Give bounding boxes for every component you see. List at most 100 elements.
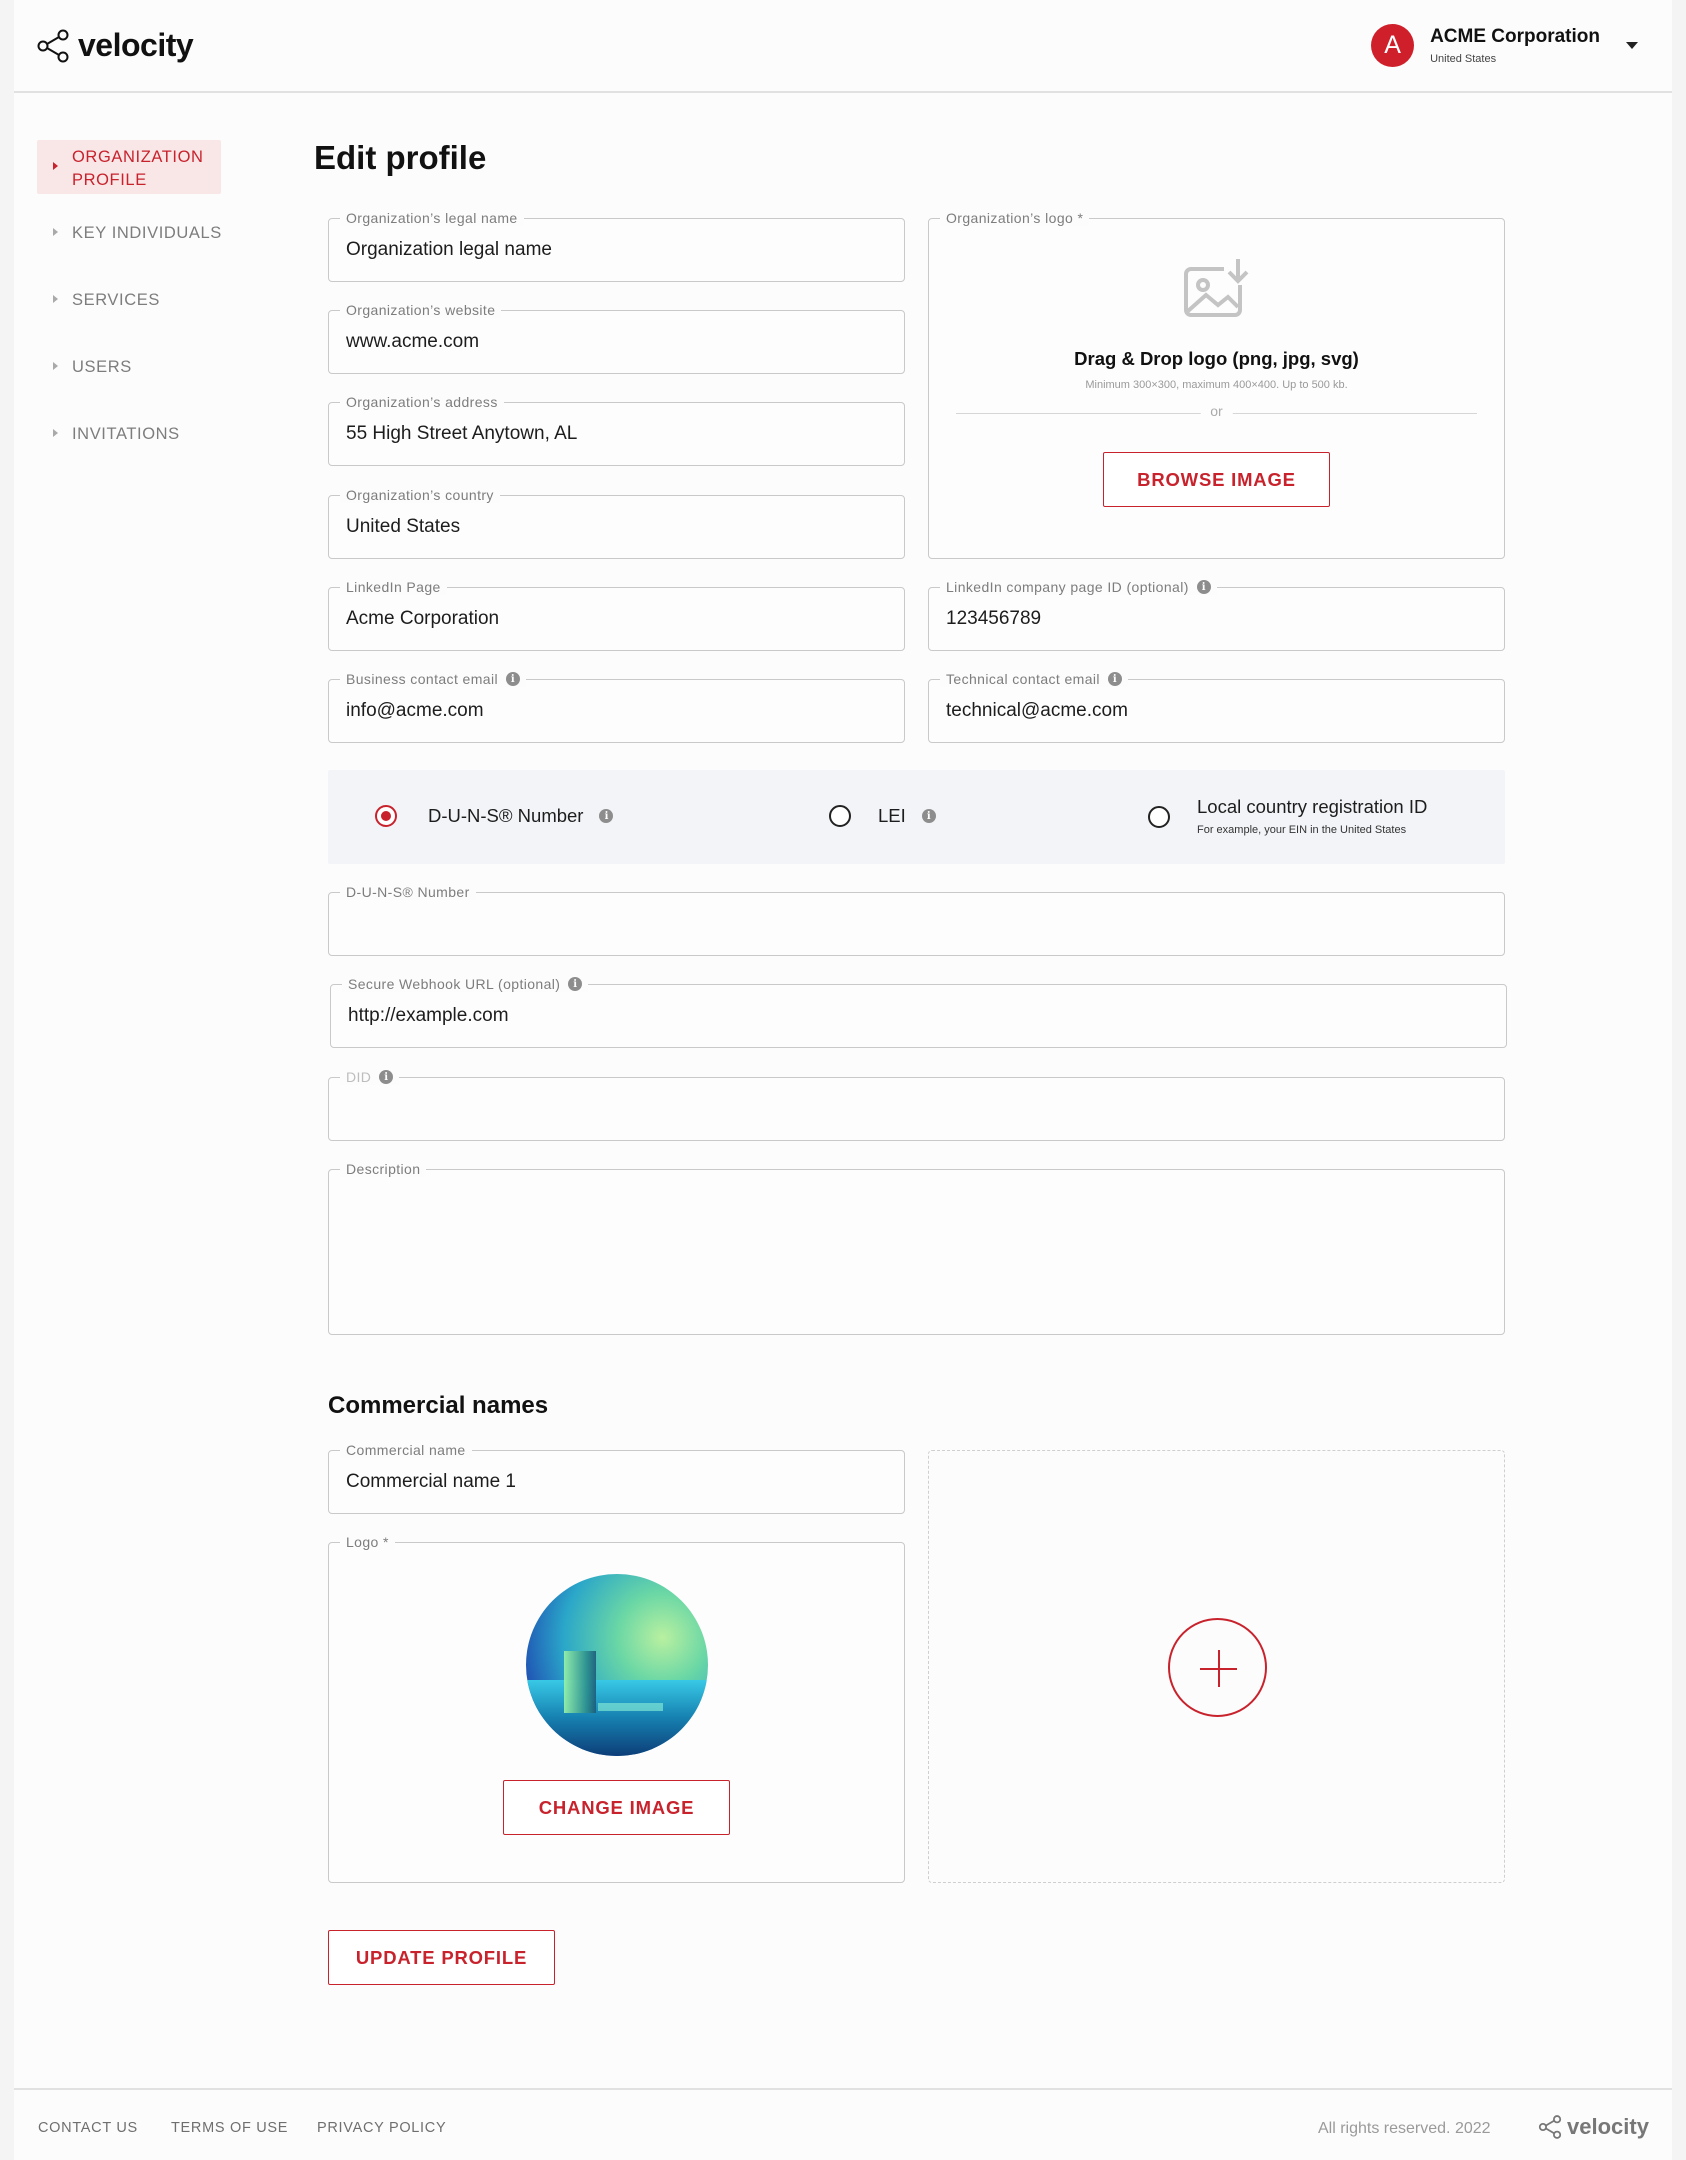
field-label: Description bbox=[340, 1161, 427, 1177]
field-value: 55 High Street Anytown, AL bbox=[346, 423, 578, 444]
sidebar-item-label: ORGANIZATION PROFILE bbox=[72, 148, 204, 189]
radio-button[interactable] bbox=[1148, 806, 1170, 828]
sidebar-item-users[interactable]: USERS bbox=[37, 341, 237, 408]
caret-right-icon bbox=[53, 162, 58, 170]
description-textarea[interactable]: Description bbox=[328, 1161, 1505, 1335]
plus-icon[interactable] bbox=[1168, 1618, 1267, 1717]
sidebar-item-label: SERVICES bbox=[72, 291, 160, 309]
browse-image-button[interactable]: BROWSE IMAGE bbox=[1103, 452, 1330, 507]
account-name: ACME Corporation bbox=[1430, 26, 1600, 47]
radio-button-selected[interactable] bbox=[375, 805, 397, 827]
account-country: United States bbox=[1430, 53, 1497, 65]
info-icon[interactable]: i bbox=[379, 1070, 394, 1084]
did-field[interactable]: DID i bbox=[328, 1069, 1505, 1141]
field-label: Logo * bbox=[340, 1534, 395, 1550]
field-label: Organization’s address bbox=[340, 394, 504, 410]
field-value: http://example.com bbox=[348, 1005, 509, 1026]
sidebar-item-label: USERS bbox=[72, 358, 132, 376]
footer-brand-name: velocity bbox=[1567, 2114, 1649, 2139]
share-logo-icon bbox=[1538, 2115, 1562, 2139]
info-icon[interactable]: i bbox=[568, 977, 583, 991]
radio-label: LEI bbox=[878, 805, 906, 826]
sidebar-item-organization-profile[interactable]: ORGANIZATION PROFILE bbox=[37, 140, 221, 194]
field-label: LinkedIn company page ID (optional) i bbox=[940, 579, 1217, 595]
footer-link-privacy-policy[interactable]: PRIVACY POLICY bbox=[317, 2120, 446, 2136]
field-label: Secure Webhook URL (optional) i bbox=[342, 976, 589, 992]
change-image-button[interactable]: CHANGE IMAGE bbox=[503, 1780, 730, 1835]
field-label: Organization’s logo * bbox=[940, 210, 1090, 226]
id-type-selector: D-U-N-S® Number i LEI i Local country re… bbox=[328, 770, 1505, 864]
field-value: Acme Corporation bbox=[346, 608, 500, 629]
info-icon[interactable]: i bbox=[505, 672, 520, 686]
country-field[interactable]: Organization’s country United States bbox=[328, 487, 905, 559]
footer-link-terms-of-use[interactable]: TERMS OF USE bbox=[171, 2120, 288, 2136]
info-icon[interactable]: i bbox=[599, 809, 614, 823]
field-label: Commercial name bbox=[340, 1442, 472, 1458]
radio-sublabel: For example, your EIN in the United Stat… bbox=[1197, 824, 1407, 836]
field-label: LinkedIn Page bbox=[340, 579, 447, 595]
field-label: Organization’s country bbox=[340, 487, 500, 503]
field-label: Organization’s legal name bbox=[340, 210, 524, 226]
sidebar-item-invitations[interactable]: INVITATIONS bbox=[37, 408, 237, 475]
linkedin-id-field[interactable]: LinkedIn company page ID (optional) i 123… bbox=[928, 579, 1505, 651]
radio-duns[interactable]: D-U-N-S® Number i bbox=[375, 805, 614, 827]
field-label: Business contact email i bbox=[340, 671, 526, 687]
update-profile-button[interactable]: UPDATE PROFILE bbox=[328, 1930, 555, 1985]
radio-button[interactable] bbox=[829, 805, 851, 827]
legal-name-field[interactable]: Organization’s legal name Organization l… bbox=[328, 210, 905, 282]
field-label: Organization’s website bbox=[340, 302, 502, 318]
commercial-logo-box: Logo * CHANGE IMAGE bbox=[328, 1534, 905, 1883]
section-title-commercial-names: Commercial names bbox=[328, 1392, 549, 1419]
website-field[interactable]: Organization’s website www.acme.com bbox=[328, 302, 905, 374]
commercial-name-field[interactable]: Commercial name Commercial name 1 bbox=[328, 1442, 905, 1514]
copyright-text: All rights reserved. 2022 bbox=[1318, 2120, 1491, 2137]
address-field[interactable]: Organization’s address 55 High Street An… bbox=[328, 394, 905, 466]
avatar: A bbox=[1371, 24, 1415, 67]
caret-right-icon bbox=[53, 295, 58, 303]
sidebar-item-key-individuals[interactable]: KEY INDIVIDUALS bbox=[37, 207, 237, 274]
field-label: D-U-N-S® Number bbox=[340, 884, 476, 900]
field-value: Commercial name 1 bbox=[346, 1471, 516, 1492]
radio-lei[interactable]: LEI i bbox=[829, 805, 936, 827]
share-logo-icon bbox=[37, 29, 69, 62]
field-value: www.acme.com bbox=[346, 331, 480, 352]
field-value: United States bbox=[346, 516, 461, 537]
footer-brand-logo[interactable]: velocity bbox=[1538, 2114, 1649, 2140]
technical-email-field[interactable]: Technical contact email i technical@acme.… bbox=[928, 671, 1505, 743]
commercial-logo-image bbox=[526, 1574, 708, 1756]
duns-number-field[interactable]: D-U-N-S® Number bbox=[328, 884, 1505, 956]
divider-or: or bbox=[1200, 403, 1233, 419]
field-value: Organization legal name bbox=[346, 239, 552, 260]
radio-label: D-U-N-S® Number bbox=[428, 805, 584, 826]
logo-upload-dropzone[interactable]: Organization’s logo * Drag & Drop logo (… bbox=[928, 210, 1505, 559]
brand-name: velocity bbox=[78, 27, 194, 63]
info-icon[interactable]: i bbox=[921, 809, 936, 823]
radio-label: Local country registration ID bbox=[1197, 796, 1428, 817]
linkedin-page-field[interactable]: LinkedIn Page Acme Corporation bbox=[328, 579, 905, 651]
chevron-down-icon[interactable] bbox=[1626, 42, 1638, 49]
field-value: 123456789 bbox=[946, 608, 1042, 629]
footer-link-contact-us[interactable]: CONTACT US bbox=[38, 2120, 138, 2136]
radio-local-registration[interactable]: Local country registration ID For exampl… bbox=[1148, 796, 1427, 836]
top-header: velocity A ACME Corporation United State… bbox=[14, 0, 1672, 93]
sidebar-item-label: INVITATIONS bbox=[72, 425, 180, 443]
sidebar-item-label: KEY INDIVIDUALS bbox=[72, 224, 222, 242]
caret-right-icon bbox=[53, 228, 58, 236]
dropzone-hint: Minimum 300×300, maximum 400×400. Up to … bbox=[1085, 379, 1348, 391]
info-icon[interactable]: i bbox=[1107, 672, 1122, 686]
image-upload-icon bbox=[1183, 259, 1248, 317]
field-value: info@acme.com bbox=[346, 700, 484, 721]
page-title: Edit profile bbox=[314, 139, 487, 176]
brand-logo[interactable]: velocity bbox=[36, 27, 194, 64]
add-commercial-name-card[interactable] bbox=[928, 1450, 1505, 1883]
business-email-field[interactable]: Business contact email i info@acme.com bbox=[328, 671, 905, 743]
caret-right-icon bbox=[53, 429, 58, 437]
page-footer: CONTACT US TERMS OF USE PRIVACY POLICY A… bbox=[14, 2088, 1672, 2160]
sidebar-item-services[interactable]: SERVICES bbox=[37, 274, 237, 341]
field-label: Technical contact email i bbox=[940, 671, 1128, 687]
field-value: technical@acme.com bbox=[946, 700, 1128, 721]
account-switcher[interactable]: A ACME Corporation United States bbox=[1371, 24, 1638, 67]
webhook-url-field[interactable]: Secure Webhook URL (optional) i http://ex… bbox=[330, 976, 1507, 1048]
info-icon[interactable]: i bbox=[1196, 580, 1211, 594]
caret-right-icon bbox=[53, 362, 58, 370]
